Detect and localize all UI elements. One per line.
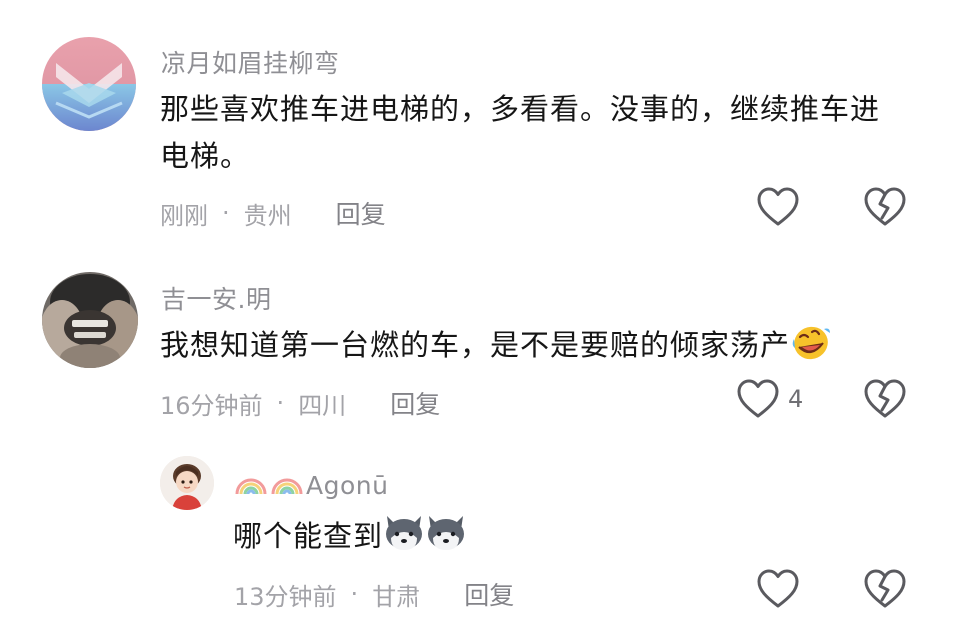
husky-emoji [425, 512, 467, 566]
comment-username[interactable]: 吉一安.明 [161, 280, 271, 316]
dislike-button[interactable] [863, 186, 907, 228]
reply-button[interactable]: 回复 [390, 385, 440, 421]
reply-button[interactable]: 回复 [464, 576, 514, 612]
dislike-button[interactable] [863, 568, 907, 610]
reply-button[interactable]: 回复 [336, 195, 386, 231]
rofl-emoji [790, 323, 832, 375]
comment-time: 刚刚 [160, 201, 208, 230]
broken-heart-icon [864, 569, 906, 608]
dislike-button[interactable] [863, 378, 907, 420]
comment-location: 四川 [298, 391, 347, 420]
avatar-image [42, 272, 138, 368]
comment-location: 贵州 [243, 201, 292, 230]
reply-content: 哪个能查到 [233, 512, 467, 566]
broken-heart-icon [864, 187, 906, 226]
like-count: 4 [788, 385, 804, 413]
comment-time: 16分钟前 [160, 391, 263, 420]
broken-heart-icon [864, 379, 906, 418]
rainbow-icon [270, 468, 304, 502]
comment-content: 那些喜欢推车进电梯的，多看看。没事的，继续推车进电梯。 [160, 86, 905, 180]
avatar[interactable] [42, 272, 138, 368]
comment-item: 凉月如眉挂柳弯 那些喜欢推车进电梯的，多看看。没事的，继续推车进电梯。 刚刚 ·… [0, 0, 956, 250]
reply-username[interactable]: Agonū [234, 468, 388, 502]
like-button[interactable] [756, 186, 808, 228]
reply-username-text: Agonū [306, 470, 389, 500]
comment-meta: 16分钟前 · 四川 回复 [160, 385, 440, 421]
comment-text: 那些喜欢推车进电梯的，多看看。没事的，继续推车进电梯。 [160, 92, 881, 173]
comment-username[interactable]: 凉月如眉挂柳弯 [161, 44, 340, 80]
comment-text: 我想知道第一台燃的车，是不是要赔的倾家荡产 [160, 328, 791, 362]
meta-separator: · [276, 389, 285, 417]
comment-meta: 刚刚 · 贵州 回复 [160, 195, 386, 231]
avatar[interactable] [160, 456, 214, 510]
meta-separator: · [222, 199, 230, 227]
avatar-image [160, 456, 214, 510]
reply-meta: 13分钟前 · 甘肃 回复 [234, 576, 514, 612]
husky-emoji [383, 512, 425, 566]
meta-separator: · [350, 580, 359, 608]
heart-icon [737, 379, 779, 418]
comment-content: 我想知道第一台燃的车，是不是要赔的倾家荡产 [160, 322, 920, 375]
like-button[interactable] [756, 568, 808, 610]
avatar-image [42, 37, 136, 131]
heart-icon [757, 187, 799, 226]
avatar[interactable] [42, 37, 136, 131]
rainbow-icon [234, 468, 268, 502]
reply-item: Agonū 哪个能查到 13分钟前 · 甘肃 回复 [0, 440, 956, 628]
reply-location: 甘肃 [372, 582, 421, 611]
comment-item: 吉一安.明 我想知道第一台燃的车，是不是要赔的倾家荡产 16分钟前 · 四川 回… [0, 250, 956, 440]
reply-text: 哪个能查到 [233, 519, 384, 553]
reply-time: 13分钟前 [234, 582, 337, 611]
heart-icon [757, 569, 799, 608]
like-button[interactable]: 4 [736, 378, 803, 420]
